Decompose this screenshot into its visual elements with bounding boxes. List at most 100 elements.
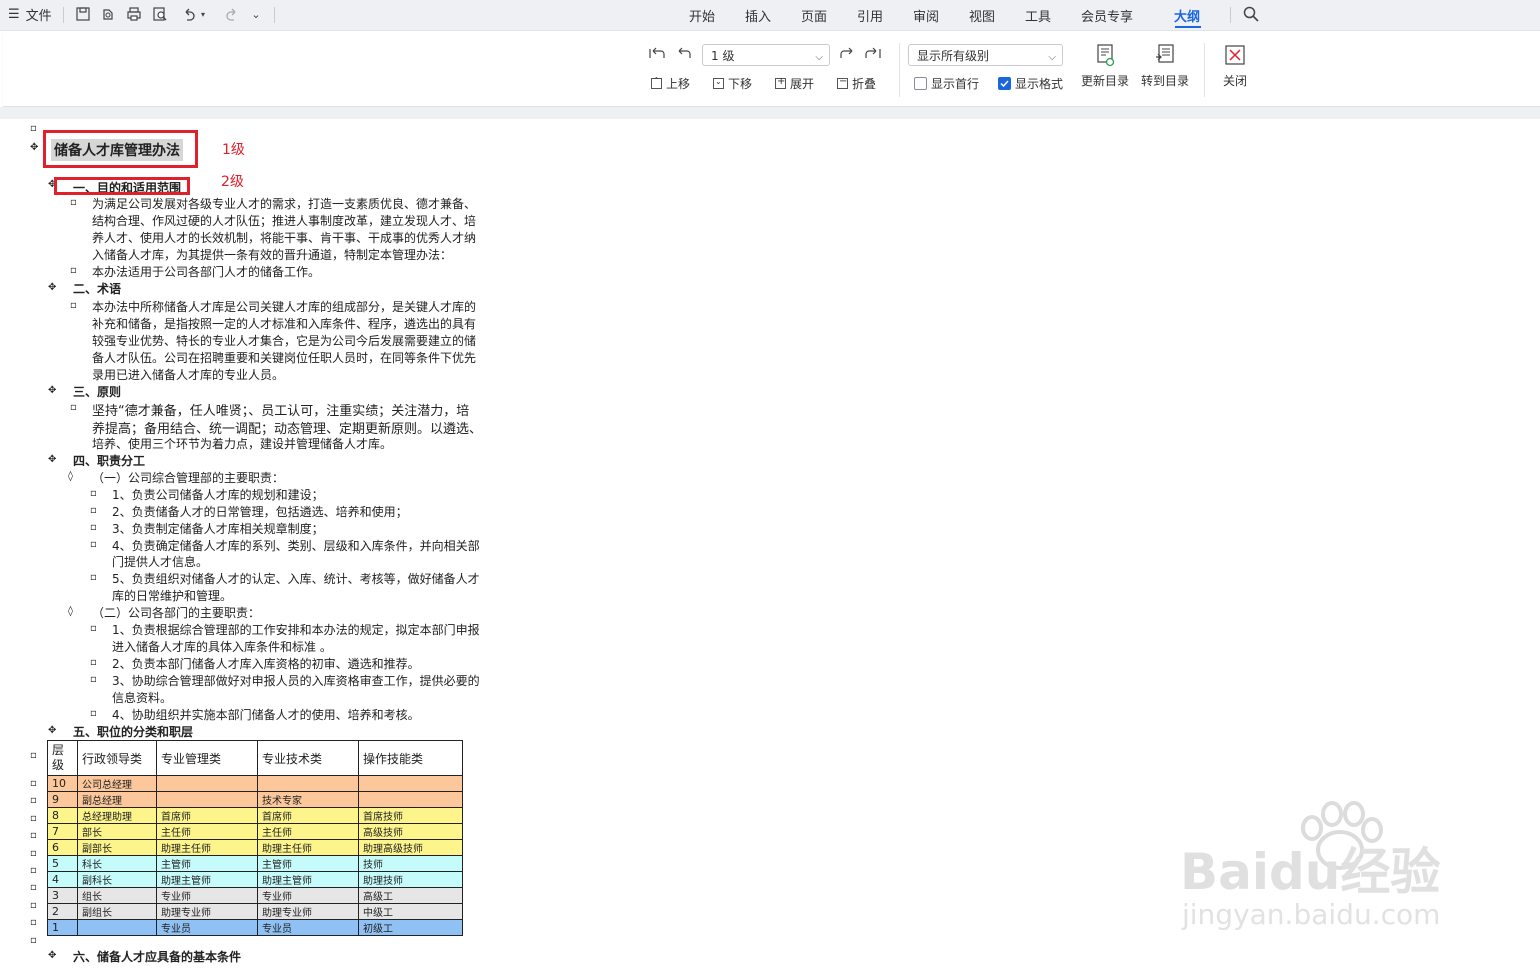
show-format-checkbox[interactable]: 显示格式 <box>998 75 1063 92</box>
watermark-url: jingyan.baidu.com <box>1182 898 1441 931</box>
table-cell <box>358 791 463 808</box>
level-cell: 2 <box>47 903 78 920</box>
table-cell: 中级工 <box>358 903 463 920</box>
annotation-box-level2 <box>54 177 190 195</box>
sub-heading[interactable]: （二）公司各部门的主要职责： <box>92 604 260 621</box>
promote-icon[interactable] <box>676 46 694 64</box>
body-bullet-icon[interactable]: ▫ <box>30 795 37 806</box>
chevron-down-icon[interactable]: ▾ <box>198 4 208 24</box>
table-cell <box>257 775 359 792</box>
body-bullet-icon[interactable]: ▫ <box>90 623 97 634</box>
table-header-row: 层 级 行政领导类 专业管理类 专业技术类 操作技能类 <box>47 740 463 776</box>
level-cell: 10 <box>47 775 78 792</box>
tab-references[interactable]: 引用 <box>857 6 883 25</box>
body-bullet-icon[interactable]: ▫ <box>30 750 37 761</box>
heading-bullet-icon[interactable]: ✥ <box>48 454 56 465</box>
body-bullet-icon[interactable]: ▫ <box>90 708 97 719</box>
table-cell: 助理主管师 <box>257 871 359 888</box>
body-bullet-icon[interactable]: ▫ <box>30 123 37 134</box>
tab-tools[interactable]: 工具 <box>1025 6 1051 25</box>
tab-review[interactable]: 审阅 <box>913 6 939 25</box>
demote-to-body-icon[interactable] <box>864 46 882 64</box>
body-bullet-icon[interactable]: ▫ <box>90 539 97 550</box>
body-bullet-icon[interactable]: ▫ <box>90 657 97 668</box>
section-heading-3[interactable]: 三、原则 <box>73 383 121 400</box>
sub-heading-bullet-icon[interactable]: ◊ <box>68 606 73 617</box>
move-up-button[interactable]: ⌃ 上移 <box>651 75 690 92</box>
section-heading-6[interactable]: 六、储备人才应具备的基本条件 <box>73 948 241 965</box>
table-cell: 高级工 <box>358 887 463 904</box>
sub-heading-bullet-icon[interactable]: ◊ <box>68 471 73 482</box>
heading-bullet-icon[interactable]: ✥ <box>48 725 56 736</box>
table-cell: 初级工 <box>358 919 463 936</box>
promote-to-heading1-icon[interactable] <box>648 46 666 64</box>
tab-member[interactable]: 会员专享 <box>1081 6 1133 25</box>
search-icon[interactable] <box>1242 5 1262 25</box>
body-bullet-icon[interactable]: ▫ <box>30 900 37 911</box>
list-item-continuation: 进入储备人才库的具体入库条件和标准 。 <box>112 640 332 654</box>
body-bullet-icon[interactable]: ▫ <box>70 300 77 311</box>
body-bullet-icon[interactable]: ▫ <box>30 813 37 824</box>
body-bullet-icon[interactable]: ▫ <box>30 917 37 928</box>
checkbox-unchecked-icon <box>914 77 927 90</box>
body-bullet-icon[interactable]: ▫ <box>90 505 97 516</box>
tab-outline[interactable]: 大纲 <box>1174 6 1200 25</box>
show-first-line-checkbox[interactable]: 显示首行 <box>914 75 979 92</box>
outline-level-select[interactable]: 1 级 ⌵ <box>702 44 830 66</box>
show-level-select[interactable]: 显示所有级别 ⌵ <box>908 44 1063 66</box>
chevron-down-icon: ⌵ <box>1048 52 1056 63</box>
body-bullet-icon[interactable]: ▫ <box>30 778 37 789</box>
goto-toc-button[interactable]: 转到目录 <box>1139 43 1191 89</box>
collapse-button[interactable]: − 折叠 <box>837 75 876 92</box>
paragraph-line: 备人才队伍。公司在招聘重要和关键岗位任职人员时，在同等条件下优先 <box>92 351 477 365</box>
move-up-label: 上移 <box>666 77 691 91</box>
export-icon[interactable] <box>98 4 118 24</box>
body-bullet-icon[interactable]: ▫ <box>30 848 37 859</box>
job-level-table: 层 级 行政领导类 专业管理类 专业技术类 操作技能类 10 公司总经理 9 副总经理… <box>47 740 463 936</box>
demote-icon[interactable] <box>839 46 857 64</box>
more-chevron-icon[interactable]: ⌄ <box>246 4 266 24</box>
body-bullet-icon[interactable]: ▫ <box>30 830 37 841</box>
print-preview-icon[interactable] <box>150 4 170 24</box>
heading-bullet-icon[interactable]: ✥ <box>48 385 56 396</box>
body-bullet-icon[interactable]: ▫ <box>70 265 77 276</box>
update-toc-button[interactable]: 更新目录 <box>1079 43 1131 89</box>
section-heading-2[interactable]: 二、术语 <box>73 280 121 297</box>
body-bullet-icon[interactable]: ▫ <box>90 488 97 499</box>
redo-icon[interactable] <box>221 4 241 24</box>
undo-icon[interactable] <box>180 4 200 24</box>
document-title[interactable]: 储备人才库管理办法 <box>51 139 183 161</box>
body-bullet-icon[interactable]: ▫ <box>90 674 97 685</box>
move-down-button[interactable]: ⌄ 下移 <box>713 75 752 92</box>
table-row: 2 副组长 助理专业师 助理专业师 中级工 <box>47 903 463 920</box>
tab-home[interactable]: 开始 <box>689 6 715 25</box>
section-heading-4[interactable]: 四、职责分工 <box>73 452 145 469</box>
tab-insert[interactable]: 插入 <box>745 6 771 25</box>
section-heading-5[interactable]: 五、职位的分类和职层 <box>73 723 193 740</box>
body-bullet-icon[interactable]: ▫ <box>70 197 77 208</box>
body-bullet-icon[interactable]: ▫ <box>90 572 97 583</box>
table-cell: 主任师 <box>257 823 359 840</box>
heading-bullet-icon[interactable]: ✥ <box>48 950 56 961</box>
body-bullet-icon[interactable]: ▫ <box>30 935 37 946</box>
tab-page[interactable]: 页面 <box>801 6 827 25</box>
annotation-label-level2: 2级 <box>221 174 244 190</box>
table-cell: 专业员 <box>257 919 359 936</box>
body-bullet-icon[interactable]: ▫ <box>70 402 77 413</box>
file-menu[interactable]: ☰ 文件 <box>8 5 52 24</box>
body-bullet-icon[interactable]: ▫ <box>90 522 97 533</box>
tab-view[interactable]: 视图 <box>969 6 995 25</box>
paragraph-line: 较强专业优势、特长的专业人才集合，它是为公司今后发展需要建立的储 <box>92 334 477 348</box>
table-cell <box>77 919 157 936</box>
show-first-line-label: 显示首行 <box>931 77 980 91</box>
expand-button[interactable]: + 展开 <box>775 75 814 92</box>
sub-heading[interactable]: （一）公司综合管理部的主要职责： <box>92 469 284 486</box>
save-icon[interactable] <box>73 4 93 24</box>
body-bullet-icon[interactable]: ▫ <box>30 865 37 876</box>
heading-bullet-icon[interactable]: ✥ <box>30 142 38 153</box>
list-item-continuation: 信息资料。 <box>112 691 173 705</box>
heading-bullet-icon[interactable]: ✥ <box>48 282 56 293</box>
close-outline-button[interactable]: 关闭 <box>1213 43 1257 89</box>
print-icon[interactable] <box>124 4 144 24</box>
body-bullet-icon[interactable]: ▫ <box>30 882 37 893</box>
